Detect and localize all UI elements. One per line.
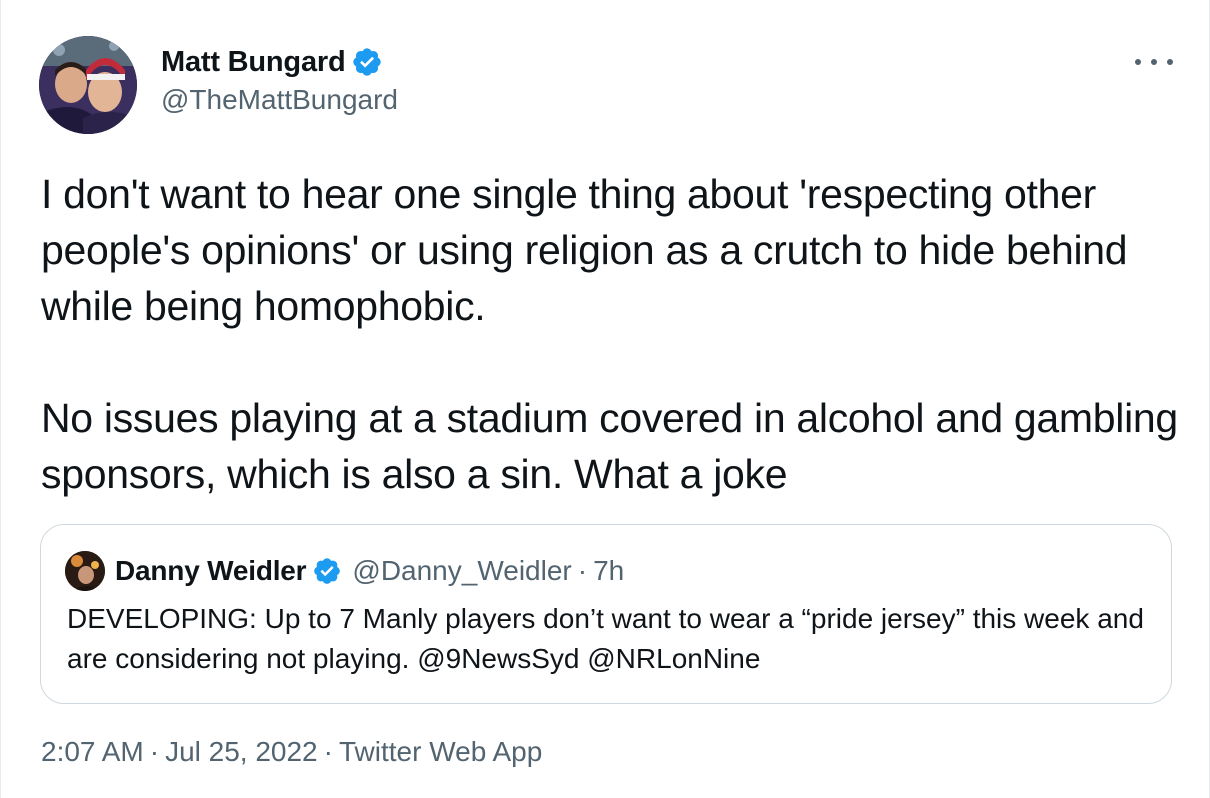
quoted-text: DEVELOPING: Up to 7 Manly players don’t … [67, 603, 1144, 674]
quoted-author-avatar[interactable] [65, 551, 105, 591]
more-dots-icon [1151, 59, 1157, 65]
tweet-date-link[interactable]: Jul 25, 2022 [165, 736, 318, 767]
meta-separator: · [149, 736, 160, 767]
author-name-row[interactable]: Matt Bungard [161, 44, 383, 80]
tweet-meta: 2:07 AM · Jul 25, 2022 · Twitter Web App [41, 736, 542, 768]
more-dots-icon [1135, 59, 1141, 65]
author-display-name[interactable]: Matt Bungard [161, 46, 346, 79]
avatar-photo-icon [65, 551, 105, 591]
quoted-timestamp[interactable]: 7h [593, 555, 624, 587]
verified-badge-icon [312, 556, 342, 586]
more-options-button[interactable] [1135, 50, 1173, 74]
quoted-display-name: Danny Weidler [115, 555, 307, 586]
author-avatar[interactable] [39, 36, 137, 134]
tweet-text: I don't want to hear one single thing ab… [41, 166, 1181, 502]
quoted-tweet[interactable]: Danny Weidler @Danny_Weidler · 7h DEVELO… [40, 524, 1172, 704]
tweet-source-link[interactable]: Twitter Web App [339, 736, 542, 767]
author-handle[interactable]: @TheMattBungard [161, 84, 398, 116]
tweet-card: Matt Bungard @TheMattBungard I don't wan… [0, 0, 1210, 798]
quoted-separator: · [577, 555, 588, 586]
meta-separator: · [323, 736, 333, 767]
tweet-paragraph: I don't want to hear one single thing ab… [41, 171, 1128, 329]
tweet-paragraph: No issues playing at a stadium covered i… [41, 395, 1178, 497]
tweet-time-link[interactable]: 2:07 AM [41, 736, 144, 767]
verified-badge-icon [351, 46, 383, 78]
quoted-header: Danny Weidler @Danny_Weidler · 7h [115, 552, 624, 590]
quoted-handle: @Danny_Weidler [352, 555, 572, 586]
avatar-photo-icon [39, 36, 137, 134]
more-dots-icon [1167, 59, 1173, 65]
